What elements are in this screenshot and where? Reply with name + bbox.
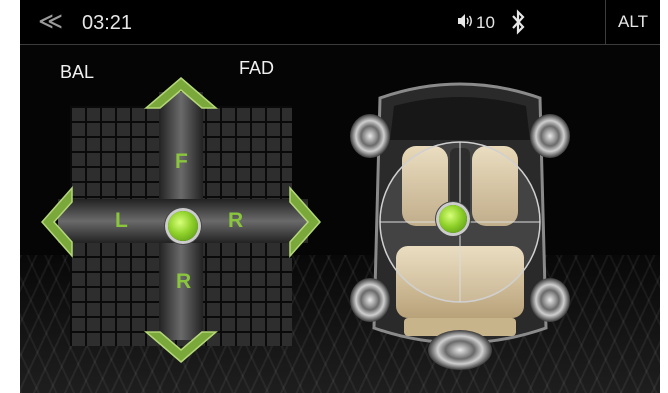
left-label: L <box>115 209 128 232</box>
speaker-front-left <box>350 114 390 158</box>
arrow-right-icon[interactable] <box>288 186 322 258</box>
speaker-rear-left <box>350 278 390 322</box>
balance-label: BAL <box>60 62 95 82</box>
status-bar: ≪ 03:21 10 ALT <box>20 0 660 45</box>
subwoofer <box>428 330 492 370</box>
balance-fader-knob[interactable] <box>168 211 198 241</box>
speaker-volume-icon <box>458 14 472 28</box>
front-label: F <box>175 150 188 173</box>
fader-label: FAD <box>239 58 275 78</box>
arrow-left-icon[interactable] <box>40 186 74 258</box>
arrow-down-icon[interactable] <box>144 330 218 364</box>
right-label: R <box>228 209 244 232</box>
bluetooth-icon <box>512 9 525 35</box>
audio-settings-screen: ≪ 03:21 10 ALT BAL FAD F L R R <box>20 0 660 393</box>
clock: 03:21 <box>82 12 133 34</box>
arrow-up-icon[interactable] <box>144 76 218 110</box>
car-position-knob[interactable] <box>439 205 467 233</box>
speaker-front-right <box>530 114 570 158</box>
rear-label: R <box>176 270 192 293</box>
back-button[interactable]: ≪ <box>38 8 63 36</box>
speaker-rear-right <box>530 278 570 322</box>
alt-button[interactable]: ALT <box>606 0 660 44</box>
volume-level: 10 <box>476 13 495 32</box>
